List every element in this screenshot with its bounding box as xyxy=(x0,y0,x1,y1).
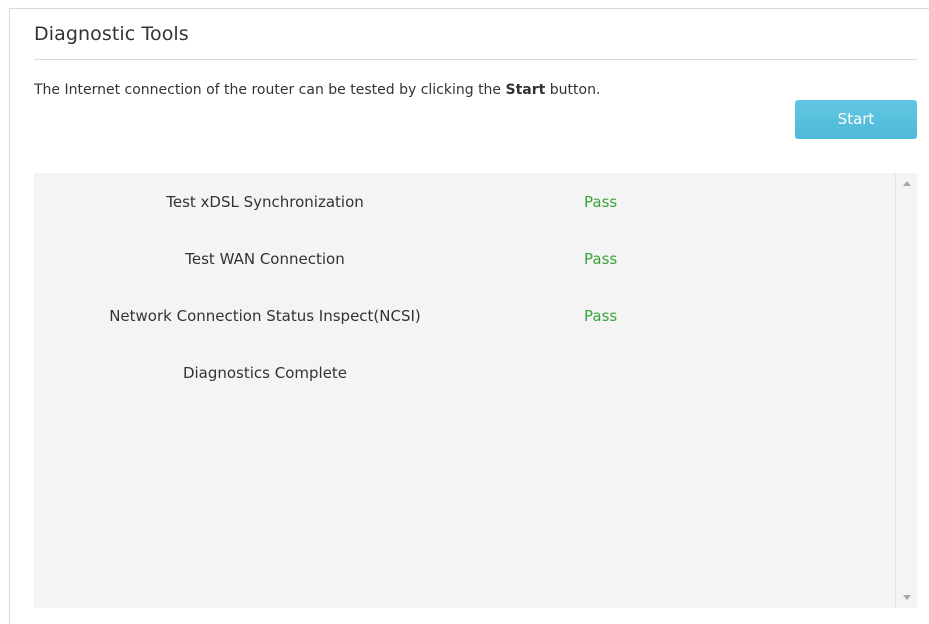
scroll-up-arrow-icon[interactable] xyxy=(903,181,911,186)
result-row: Diagnostics Complete xyxy=(34,364,894,384)
result-row: Network Connection Status Inspect(NCSI) … xyxy=(34,307,894,327)
description-start-keyword: Start xyxy=(505,82,546,98)
result-status: Pass xyxy=(584,250,618,268)
scroll-down-arrow-icon[interactable] xyxy=(903,595,911,600)
title-divider xyxy=(34,59,917,60)
result-name: Test xDSL Synchronization xyxy=(166,193,364,211)
result-name: Test WAN Connection xyxy=(185,250,345,268)
start-button[interactable]: Start xyxy=(795,100,917,139)
result-row: Test WAN Connection Pass xyxy=(34,250,894,270)
result-row: Test xDSL Synchronization Pass xyxy=(34,193,894,213)
description-text: The Internet connection of the router ca… xyxy=(34,82,600,98)
description-suffix: button. xyxy=(545,82,601,98)
description-prefix: The Internet connection of the router ca… xyxy=(34,82,506,98)
page-title: Diagnostic Tools xyxy=(34,23,189,45)
diagnostic-results-box: Test xDSL Synchronization Pass Test WAN … xyxy=(34,173,917,608)
result-status: Pass xyxy=(584,193,618,211)
diagnostic-tools-panel: Diagnostic Tools The Internet connection… xyxy=(9,8,929,624)
results-scrollbar[interactable] xyxy=(895,173,917,608)
result-name: Network Connection Status Inspect(NCSI) xyxy=(109,307,421,325)
result-status: Pass xyxy=(584,307,618,325)
result-name: Diagnostics Complete xyxy=(182,364,348,382)
